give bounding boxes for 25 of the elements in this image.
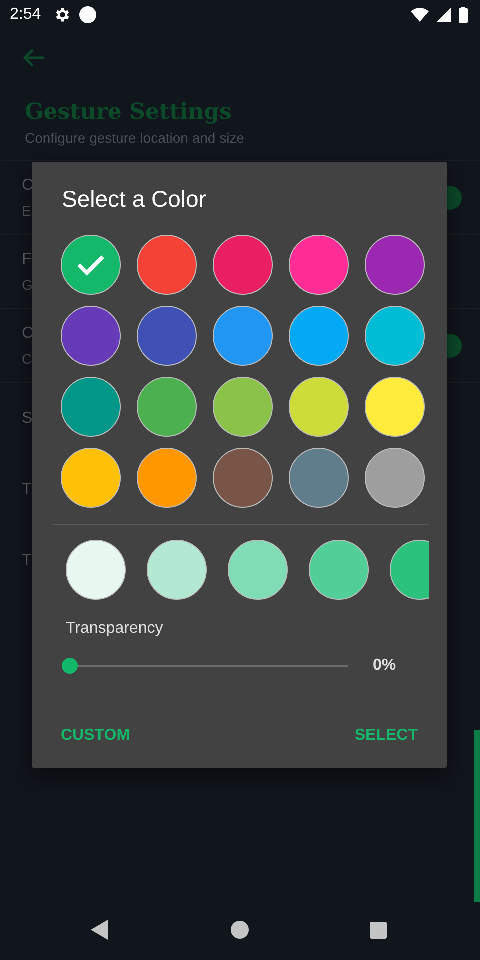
- custom-button[interactable]: CUSTOM: [61, 723, 130, 749]
- select-button[interactable]: SELECT: [354, 723, 418, 749]
- setting-subtitle: G: [22, 276, 33, 292]
- battery-icon: [459, 7, 468, 23]
- transparency-value: 0%: [373, 657, 396, 675]
- setting-title: T: [22, 480, 32, 498]
- setting-title: F: [22, 250, 32, 268]
- setting-title: T: [22, 552, 32, 570]
- circle-icon: [79, 6, 98, 24]
- back-icon[interactable]: [91, 920, 109, 940]
- signal-icon: [437, 8, 451, 22]
- check-icon: [76, 253, 106, 277]
- setting-subtitle: E: [22, 202, 32, 218]
- setting-subtitle: C: [22, 350, 32, 366]
- setting-title: C: [22, 176, 34, 194]
- home-icon[interactable]: [230, 921, 248, 939]
- status-time: 2:54: [10, 6, 42, 24]
- page-subtitle: Configure gesture location and size: [25, 130, 246, 146]
- transparency-label: Transparency: [66, 620, 164, 638]
- slider-thumb[interactable]: [62, 658, 78, 674]
- recents-icon[interactable]: [370, 922, 387, 938]
- wifi-icon: [411, 8, 429, 22]
- dialog-title: Select a Color: [62, 186, 208, 213]
- setting-title: C: [22, 324, 34, 342]
- setting-title: S: [22, 410, 33, 428]
